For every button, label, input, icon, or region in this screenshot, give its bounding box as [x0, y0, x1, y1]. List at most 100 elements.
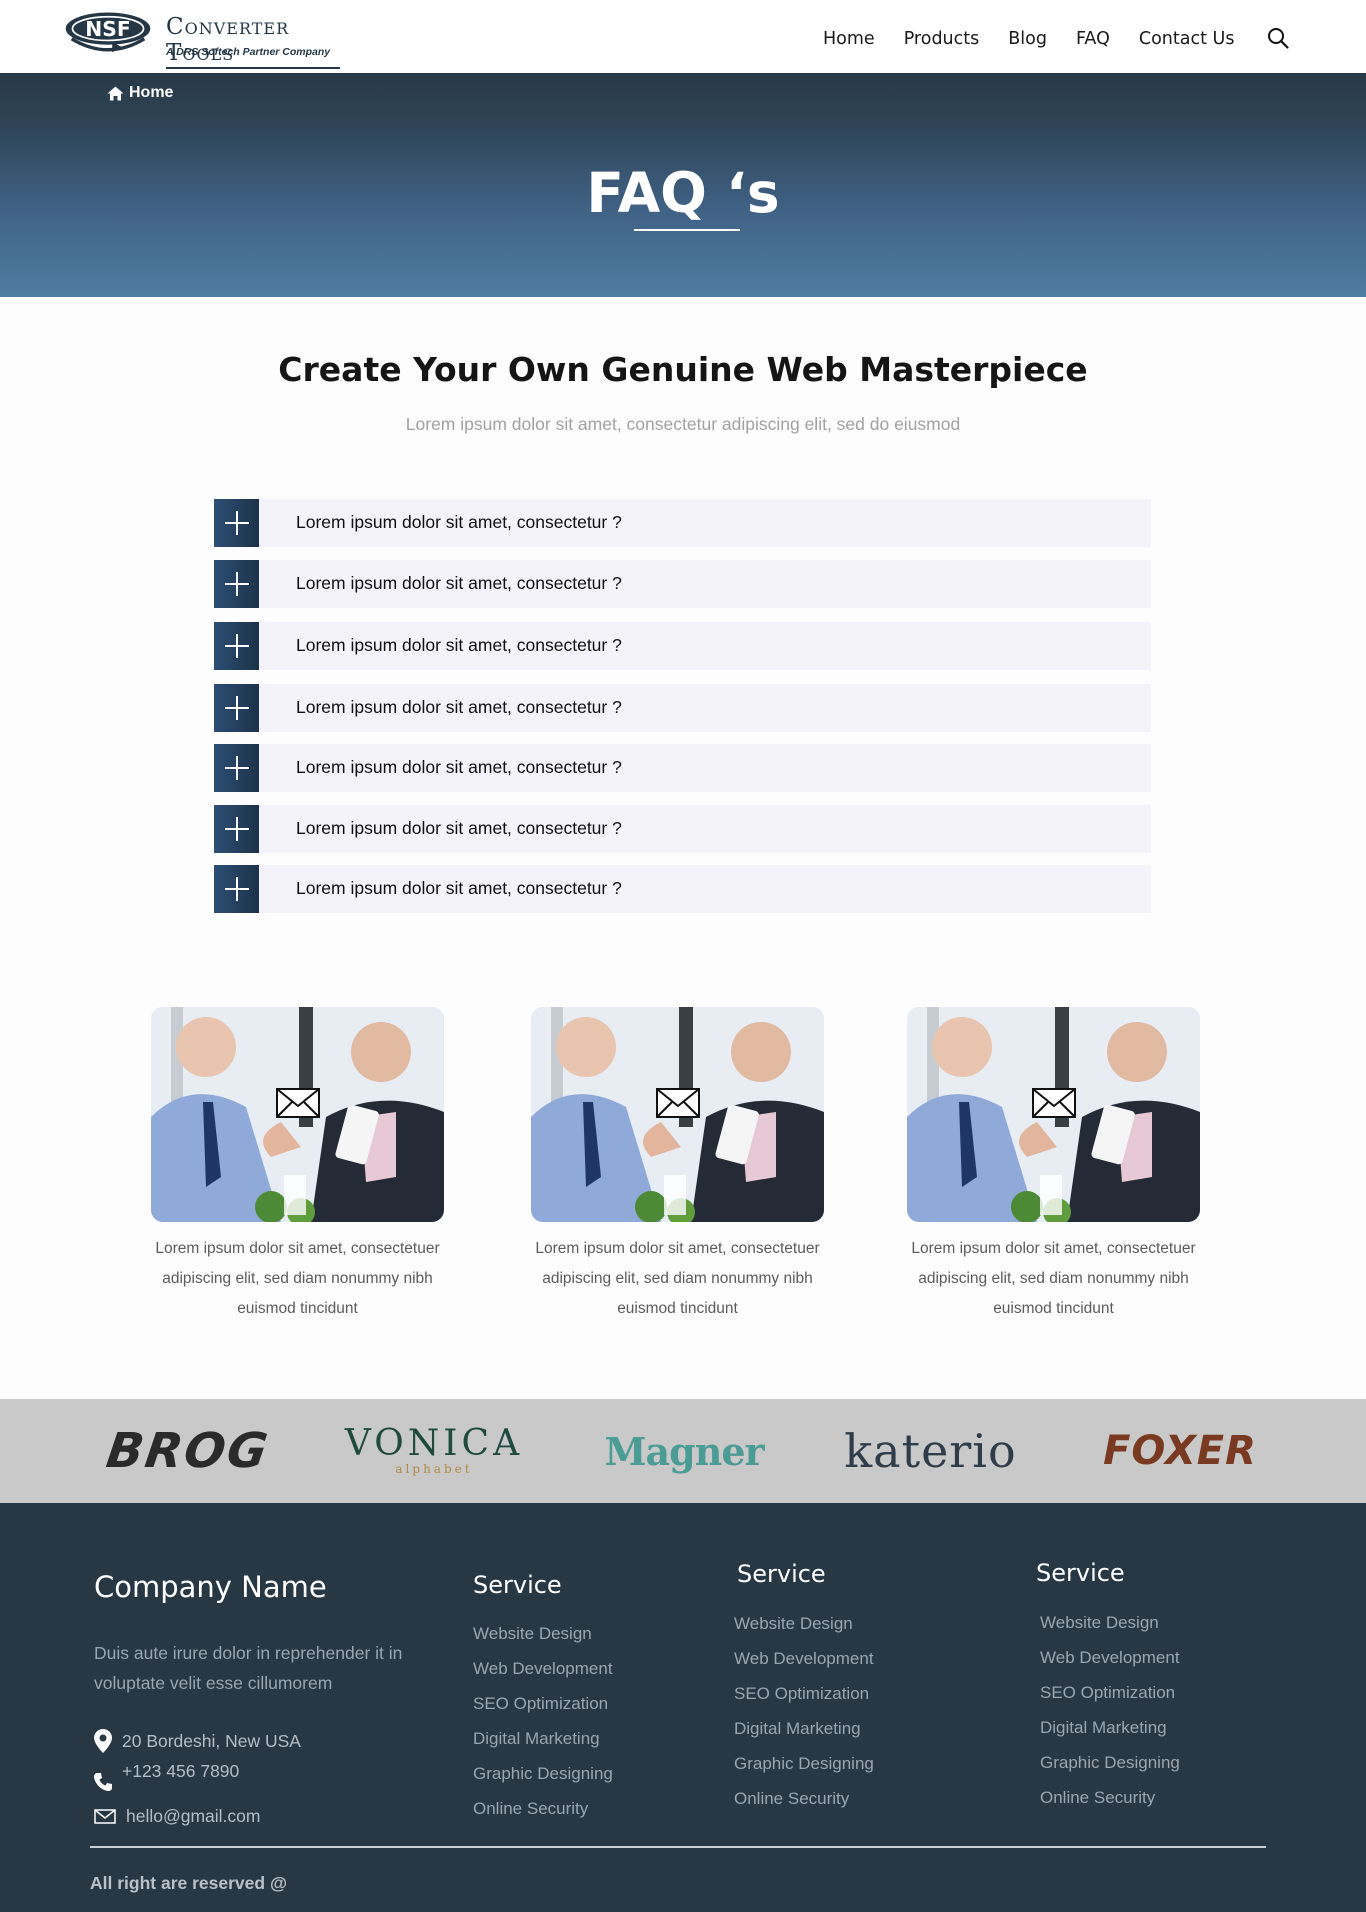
footer-link[interactable]: Online Security — [473, 1799, 588, 1819]
footer-link[interactable]: Website Design — [734, 1614, 853, 1634]
envelope-icon — [656, 1088, 700, 1118]
faq-question[interactable]: Lorem ipsum dolor sit amet, consectetur … — [296, 512, 622, 533]
nav-faq[interactable]: FAQ — [1076, 29, 1110, 49]
logo-mark-text: NSF — [85, 17, 130, 41]
feature-card[interactable]: Lorem ipsum dolor sit amet, consectetuer… — [907, 1007, 1200, 1317]
main-nav: Home Products Blog FAQ Contact Us — [823, 26, 1263, 52]
footer-column-title: Service — [473, 1571, 562, 1599]
section-subtitle: Lorem ipsum dolor sit amet, consectetur … — [405, 414, 961, 434]
logo-name: Converter Tools — [166, 14, 340, 69]
footer-link[interactable]: Website Design — [473, 1624, 592, 1644]
faq-item[interactable]: Lorem ipsum dolor sit amet, consectetur … — [214, 684, 1151, 732]
brand-subname: alphabet — [395, 1462, 473, 1476]
faq-question[interactable]: Lorem ipsum dolor sit amet, consectetur … — [296, 635, 622, 656]
brand-logos-bar: BROG VONICA alphabet Magner katerio FOXE… — [0, 1399, 1366, 1503]
brand-logo-foxer[interactable]: FOXER — [1090, 1421, 1270, 1481]
faq-item[interactable]: Lorem ipsum dolor sit amet, consectetur … — [214, 622, 1151, 670]
nav-products[interactable]: Products — [904, 29, 980, 49]
nav-blog[interactable]: Blog — [1008, 29, 1047, 49]
faq-question[interactable]: Lorem ipsum dolor sit amet, consectetur … — [296, 818, 622, 839]
copyright-text: All right are reserved @ — [90, 1873, 288, 1893]
site-header: NSF Converter Tools A DRS Softech Partne… — [0, 0, 1366, 73]
photo-illustration — [151, 1007, 444, 1222]
location-pin-icon — [94, 1729, 112, 1753]
plus-icon[interactable] — [214, 684, 259, 732]
footer-link[interactable]: Web Development — [734, 1649, 874, 1669]
site-logo[interactable]: NSF Converter Tools A DRS Softech Partne… — [55, 10, 340, 69]
logo-tagline: A DRS Softech Partner Company — [166, 46, 331, 58]
footer-link[interactable]: SEO Optimization — [473, 1694, 608, 1714]
brand-logo-katerio[interactable]: katerio — [838, 1421, 1023, 1481]
footer-link[interactable]: Online Security — [1040, 1788, 1155, 1808]
faq-item[interactable]: Lorem ipsum dolor sit amet, consectetur … — [214, 560, 1151, 608]
footer-link[interactable]: Digital Marketing — [734, 1719, 861, 1739]
card-description: Lorem ipsum dolor sit amet, consectetuer… — [535, 1240, 820, 1317]
phone-text[interactable]: +123 456 7890 — [122, 1761, 239, 1782]
footer-link[interactable]: SEO Optimization — [734, 1684, 869, 1704]
plus-icon[interactable] — [214, 622, 259, 670]
plus-icon[interactable] — [214, 865, 259, 913]
envelope-icon — [1032, 1088, 1076, 1118]
nav-home[interactable]: Home — [823, 29, 875, 49]
footer-divider — [90, 1846, 1266, 1848]
plus-icon[interactable] — [214, 560, 259, 608]
photo-illustration — [907, 1007, 1200, 1222]
footer-link[interactable]: Digital Marketing — [473, 1729, 600, 1749]
footer-link[interactable]: Graphic Designing — [1040, 1753, 1180, 1773]
footer-link[interactable]: SEO Optimization — [1040, 1683, 1175, 1703]
footer-link[interactable]: Graphic Designing — [473, 1764, 613, 1784]
business-meeting-image — [907, 1007, 1200, 1222]
envelope-icon — [276, 1088, 320, 1118]
brand-name: VONICA — [344, 1423, 524, 1464]
plus-icon[interactable] — [214, 744, 259, 792]
faq-item[interactable]: Lorem ipsum dolor sit amet, consectetur … — [214, 744, 1151, 792]
page-hero: Home FAQ ‘s — [0, 73, 1366, 297]
footer-company-name: Company Name — [94, 1570, 327, 1604]
faq-question[interactable]: Lorem ipsum dolor sit amet, consectetur … — [296, 573, 622, 594]
site-footer: Company Name Duis aute irure dolor in re… — [0, 1503, 1366, 1912]
section-title: Create Your Own Genuine Web Masterpiece — [278, 350, 1088, 389]
plus-icon[interactable] — [214, 499, 259, 547]
photo-illustration — [531, 1007, 824, 1222]
faq-question[interactable]: Lorem ipsum dolor sit amet, consectetur … — [296, 697, 622, 718]
footer-column-title: Service — [1036, 1559, 1125, 1587]
footer-link[interactable]: Graphic Designing — [734, 1754, 874, 1774]
footer-link[interactable]: Digital Marketing — [1040, 1718, 1167, 1738]
plus-icon[interactable] — [214, 805, 259, 853]
phone-icon — [94, 1773, 112, 1791]
faq-item[interactable]: Lorem ipsum dolor sit amet, consectetur … — [214, 805, 1151, 853]
faq-question[interactable]: Lorem ipsum dolor sit amet, consectetur … — [296, 878, 622, 899]
brand-logo-magner[interactable]: Magner — [598, 1421, 770, 1481]
footer-column-title: Service — [737, 1560, 826, 1588]
card-description: Lorem ipsum dolor sit amet, consectetuer… — [155, 1240, 440, 1317]
footer-address: 20 Bordeshi, New USA — [94, 1729, 301, 1753]
faq-item[interactable]: Lorem ipsum dolor sit amet, consectetur … — [214, 499, 1151, 547]
brand-logo-vonica[interactable]: VONICA alphabet — [345, 1421, 523, 1481]
faq-question[interactable]: Lorem ipsum dolor sit amet, consectetur … — [296, 757, 622, 778]
brand-name: BROG — [102, 1423, 273, 1479]
card-description: Lorem ipsum dolor sit amet, consectetuer… — [911, 1240, 1196, 1317]
footer-link[interactable]: Web Development — [1040, 1648, 1180, 1668]
brand-name: katerio — [844, 1424, 1017, 1478]
nav-contact-us[interactable]: Contact Us — [1139, 29, 1235, 49]
mail-icon — [94, 1809, 116, 1824]
feature-card[interactable]: Lorem ipsum dolor sit amet, consectetuer… — [531, 1007, 824, 1317]
footer-link[interactable]: Online Security — [734, 1789, 849, 1809]
page-title: FAQ ‘s — [586, 161, 780, 225]
breadcrumb[interactable]: Home — [107, 84, 173, 102]
business-meeting-image — [151, 1007, 444, 1222]
brand-logo-brog[interactable]: BROG — [95, 1421, 280, 1481]
footer-link[interactable]: Web Development — [473, 1659, 613, 1679]
footer-link[interactable]: Website Design — [1040, 1613, 1159, 1633]
business-meeting-image — [531, 1007, 824, 1222]
brand-name: FOXER — [1103, 1428, 1257, 1474]
nsf-logo-icon: NSF — [65, 12, 151, 53]
email-text[interactable]: hello@gmail.com — [126, 1806, 260, 1827]
breadcrumb-home[interactable]: Home — [129, 84, 173, 102]
footer-description: Duis aute irure dolor in reprehender it … — [94, 1643, 403, 1693]
search-icon[interactable] — [1267, 27, 1289, 49]
footer-phone[interactable]: +123 456 7890 — [94, 1758, 239, 1792]
footer-email[interactable]: hello@gmail.com — [94, 1806, 260, 1827]
feature-card[interactable]: Lorem ipsum dolor sit amet, consectetuer… — [151, 1007, 444, 1317]
faq-item[interactable]: Lorem ipsum dolor sit amet, consectetur … — [214, 865, 1151, 913]
